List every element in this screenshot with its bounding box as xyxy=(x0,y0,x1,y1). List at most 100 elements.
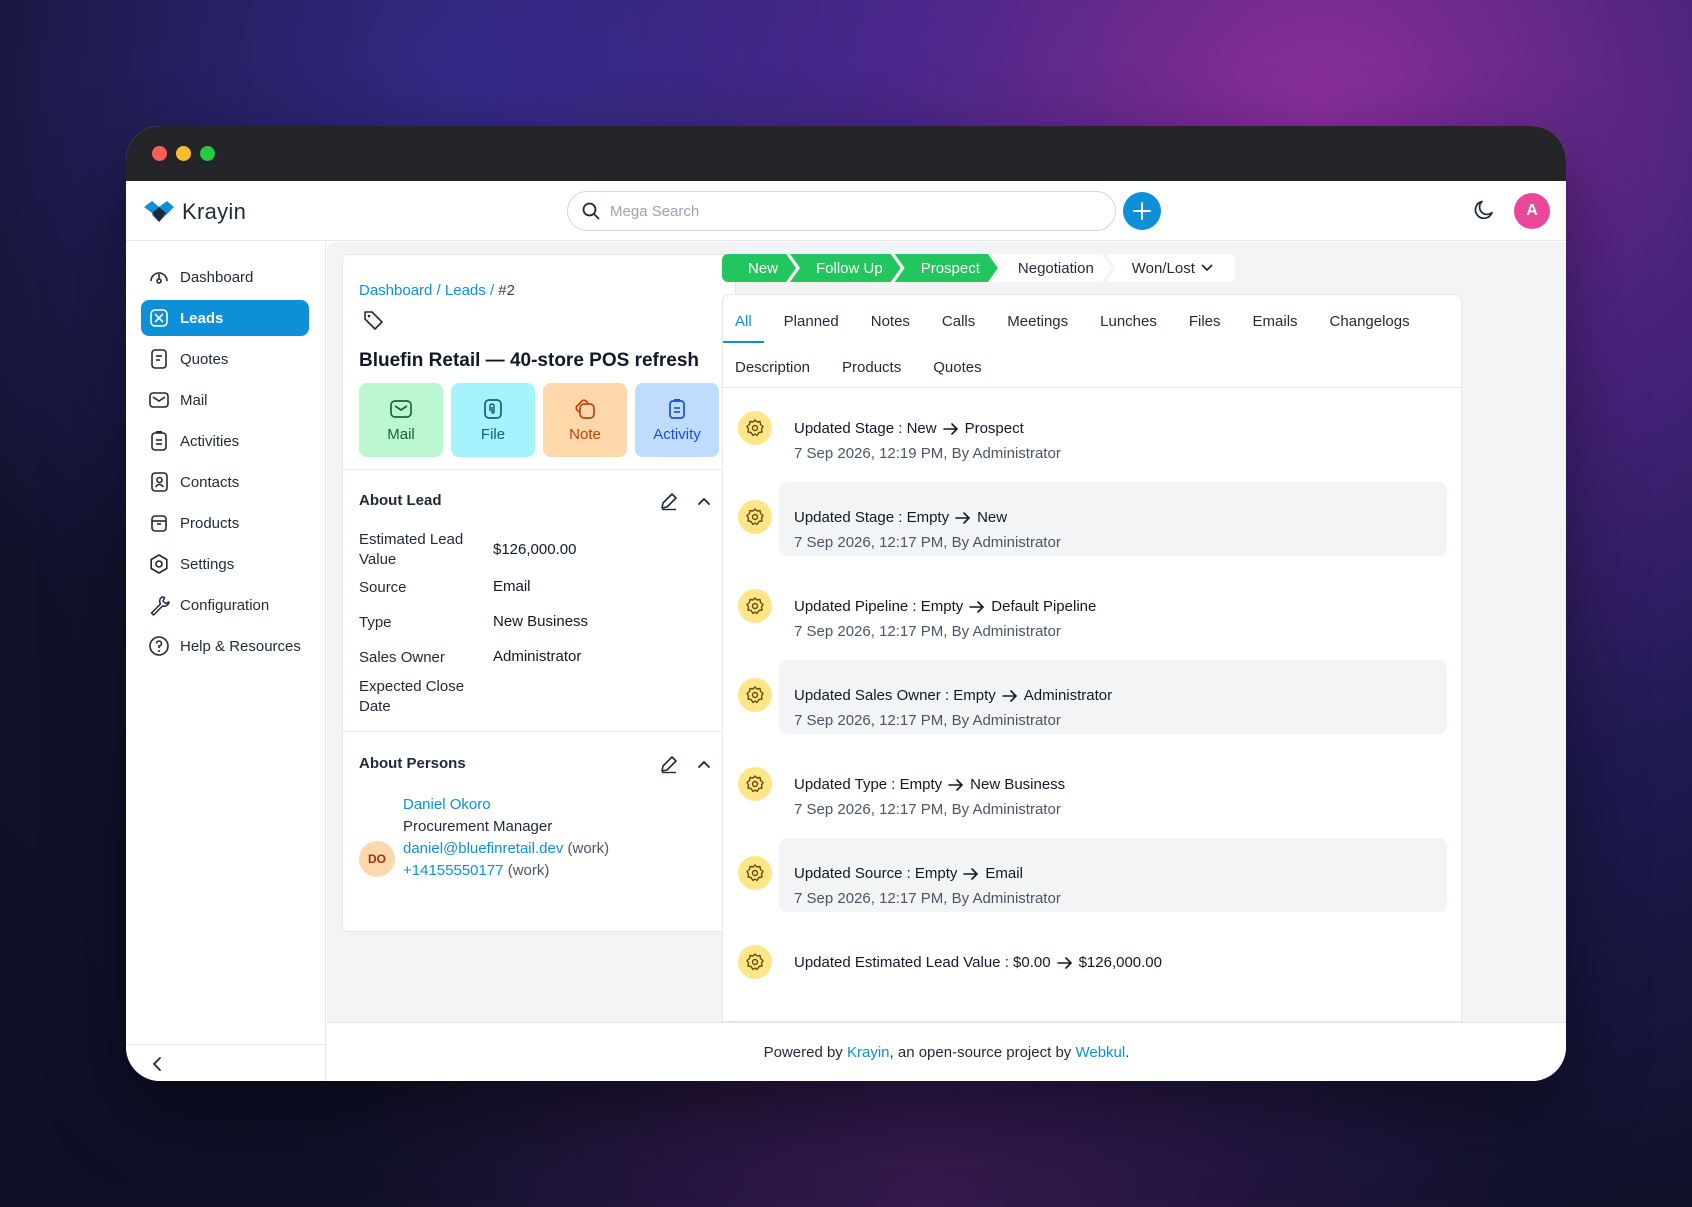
activity-item: Updated Source : Empty Email 7 Sep 2026, … xyxy=(723,834,1461,912)
close-window-button[interactable] xyxy=(152,146,167,161)
sidebar-item-label: Quotes xyxy=(180,350,229,368)
about-lead-controls xyxy=(659,491,711,511)
brand-logo[interactable]: Krayin xyxy=(144,199,246,225)
sidebar-item-quotes[interactable]: Quotes xyxy=(141,341,309,377)
tab-quotes[interactable]: Quotes xyxy=(921,347,993,387)
chevron-up-icon[interactable] xyxy=(697,496,711,506)
sidebar-item-dashboard[interactable]: Dashboard xyxy=(141,259,309,295)
breadcrumb-current: #2 xyxy=(498,282,515,299)
add-tag-button[interactable] xyxy=(363,309,385,336)
activity-system-badge xyxy=(738,945,772,979)
stage-follow-up[interactable]: Follow Up xyxy=(790,254,901,282)
breadcrumb-dashboard[interactable]: Dashboard xyxy=(359,282,432,299)
sidebar-item-label: Products xyxy=(180,514,240,532)
mail-action-button[interactable]: Mail xyxy=(359,383,443,457)
configuration-icon xyxy=(150,596,170,616)
edit-lead-button[interactable] xyxy=(659,491,679,511)
tab-calls[interactable]: Calls xyxy=(930,301,987,341)
person-name-link[interactable]: Daniel Okoro xyxy=(403,796,491,813)
person-email-link[interactable]: daniel@bluefinretail.dev xyxy=(403,840,563,857)
sidebar-collapse[interactable] xyxy=(126,1044,326,1081)
activity-item: Updated Stage : Empty New 7 Sep 2026, 12:… xyxy=(723,478,1461,556)
field-label: Type xyxy=(359,614,392,631)
activity-system-badge xyxy=(738,500,772,534)
field-label: Estimated Lead Value xyxy=(359,531,464,568)
minimize-window-button[interactable] xyxy=(176,146,191,161)
note-icon xyxy=(575,398,595,419)
sidebar-item-label: Settings xyxy=(180,555,235,573)
activity-title: Updated Stage : Empty New xyxy=(794,509,1007,526)
tab-description[interactable]: Description xyxy=(723,347,822,387)
tab-planned[interactable]: Planned xyxy=(772,301,851,341)
tab-changelogs[interactable]: Changelogs xyxy=(1318,301,1422,341)
field-value: New Business xyxy=(493,613,589,630)
stage-new[interactable]: New xyxy=(722,254,796,282)
activity-tabs-row-1: All Planned Notes Calls Meetings Lunches… xyxy=(723,301,1461,343)
tab-lunches[interactable]: Lunches xyxy=(1088,301,1169,341)
person-phone: +14155550177 (work) xyxy=(403,862,549,879)
activities-icon xyxy=(151,431,167,451)
gear-icon xyxy=(746,419,764,437)
activity-new-value: Email xyxy=(985,865,1023,882)
gear-icon xyxy=(746,686,764,704)
activity-meta: 7 Sep 2026, 12:17 PM, By Administrator xyxy=(794,534,1061,551)
tab-meetings[interactable]: Meetings xyxy=(995,301,1080,341)
chevron-up-icon[interactable] xyxy=(697,759,711,769)
stage-label: Won/Lost xyxy=(1131,259,1195,277)
tab-emails[interactable]: Emails xyxy=(1241,301,1310,341)
sidebar-item-mail[interactable]: Mail xyxy=(141,382,309,418)
mega-search-box[interactable] xyxy=(567,191,1116,231)
tab-files[interactable]: Files xyxy=(1177,301,1233,341)
file-action-button[interactable]: File xyxy=(451,383,535,457)
activity-change: Updated Stage : New xyxy=(794,420,937,437)
breadcrumb-leads[interactable]: Leads xyxy=(445,282,486,299)
person-job-title: Procurement Manager xyxy=(403,818,553,835)
note-action-button[interactable]: Note xyxy=(543,383,627,457)
maximize-window-button[interactable] xyxy=(200,146,215,161)
arrow-right-icon xyxy=(1056,956,1072,969)
sidebar-item-activities[interactable]: Activities xyxy=(141,423,309,459)
sidebar-item-settings[interactable]: Settings xyxy=(141,546,309,582)
sidebar-item-products[interactable]: Products xyxy=(141,505,309,541)
activity-title: Updated Type : Empty New Business xyxy=(794,776,1065,793)
footer: Powered by Krayin, an open-source projec… xyxy=(327,1022,1566,1081)
activity-system-badge xyxy=(738,678,772,712)
activity-meta: 7 Sep 2026, 12:17 PM, By Administrator xyxy=(794,801,1061,818)
footer-krayin-link[interactable]: Krayin xyxy=(847,1044,890,1061)
dashboard-icon xyxy=(150,272,168,284)
user-avatar[interactable]: A xyxy=(1514,193,1550,229)
stage-prospect[interactable]: Prospect xyxy=(895,254,998,282)
dark-mode-toggle[interactable] xyxy=(1472,198,1496,227)
stage-label: Negotiation xyxy=(1017,259,1094,277)
field-value: Email xyxy=(493,578,531,595)
edit-persons-button[interactable] xyxy=(659,754,679,774)
stage-won-lost[interactable]: Won/Lost xyxy=(1105,254,1235,282)
activity-new-value: New xyxy=(977,509,1008,526)
activity-tabs-row-2: Description Products Quotes xyxy=(723,347,1461,387)
quick-create-button[interactable] xyxy=(1123,192,1161,230)
search-input[interactable] xyxy=(610,202,1070,220)
activity-change: Updated Type : Empty xyxy=(794,776,943,793)
activity-new-value: Default Pipeline xyxy=(991,598,1097,615)
pipeline-stages: New Follow Up Prospect Negotiation Won/L… xyxy=(722,254,1235,282)
sidebar-item-leads[interactable]: Leads xyxy=(141,300,309,336)
main-content: Dashboard / Leads / #2 Bluefin Retail — … xyxy=(327,242,1566,1022)
person-phone-link[interactable]: +14155550177 xyxy=(403,862,504,879)
tab-all[interactable]: All xyxy=(723,301,764,343)
about-persons-controls xyxy=(659,754,711,774)
activity-title: Updated Sales Owner : Empty Administrator xyxy=(794,687,1112,704)
sidebar-item-label: Leads xyxy=(180,309,224,327)
sidebar-item-contacts[interactable]: Contacts xyxy=(141,464,309,500)
sidebar-item-label: Mail xyxy=(180,391,208,409)
lead-title: Bluefin Retail — 40-store POS refresh xyxy=(359,350,699,371)
sidebar-item-help[interactable]: Help & Resources xyxy=(141,628,309,664)
activity-action-button[interactable]: Activity xyxy=(635,383,719,457)
sidebar-item-configuration[interactable]: Configuration xyxy=(141,587,309,623)
person-name[interactable]: Daniel Okoro xyxy=(403,796,491,813)
tab-notes[interactable]: Notes xyxy=(859,301,922,341)
moon-icon xyxy=(1474,200,1493,220)
plus-icon xyxy=(1133,202,1151,220)
stage-negotiation[interactable]: Negotiation xyxy=(992,254,1112,282)
tab-products[interactable]: Products xyxy=(830,347,913,387)
footer-webkul-link[interactable]: Webkul xyxy=(1075,1044,1125,1061)
